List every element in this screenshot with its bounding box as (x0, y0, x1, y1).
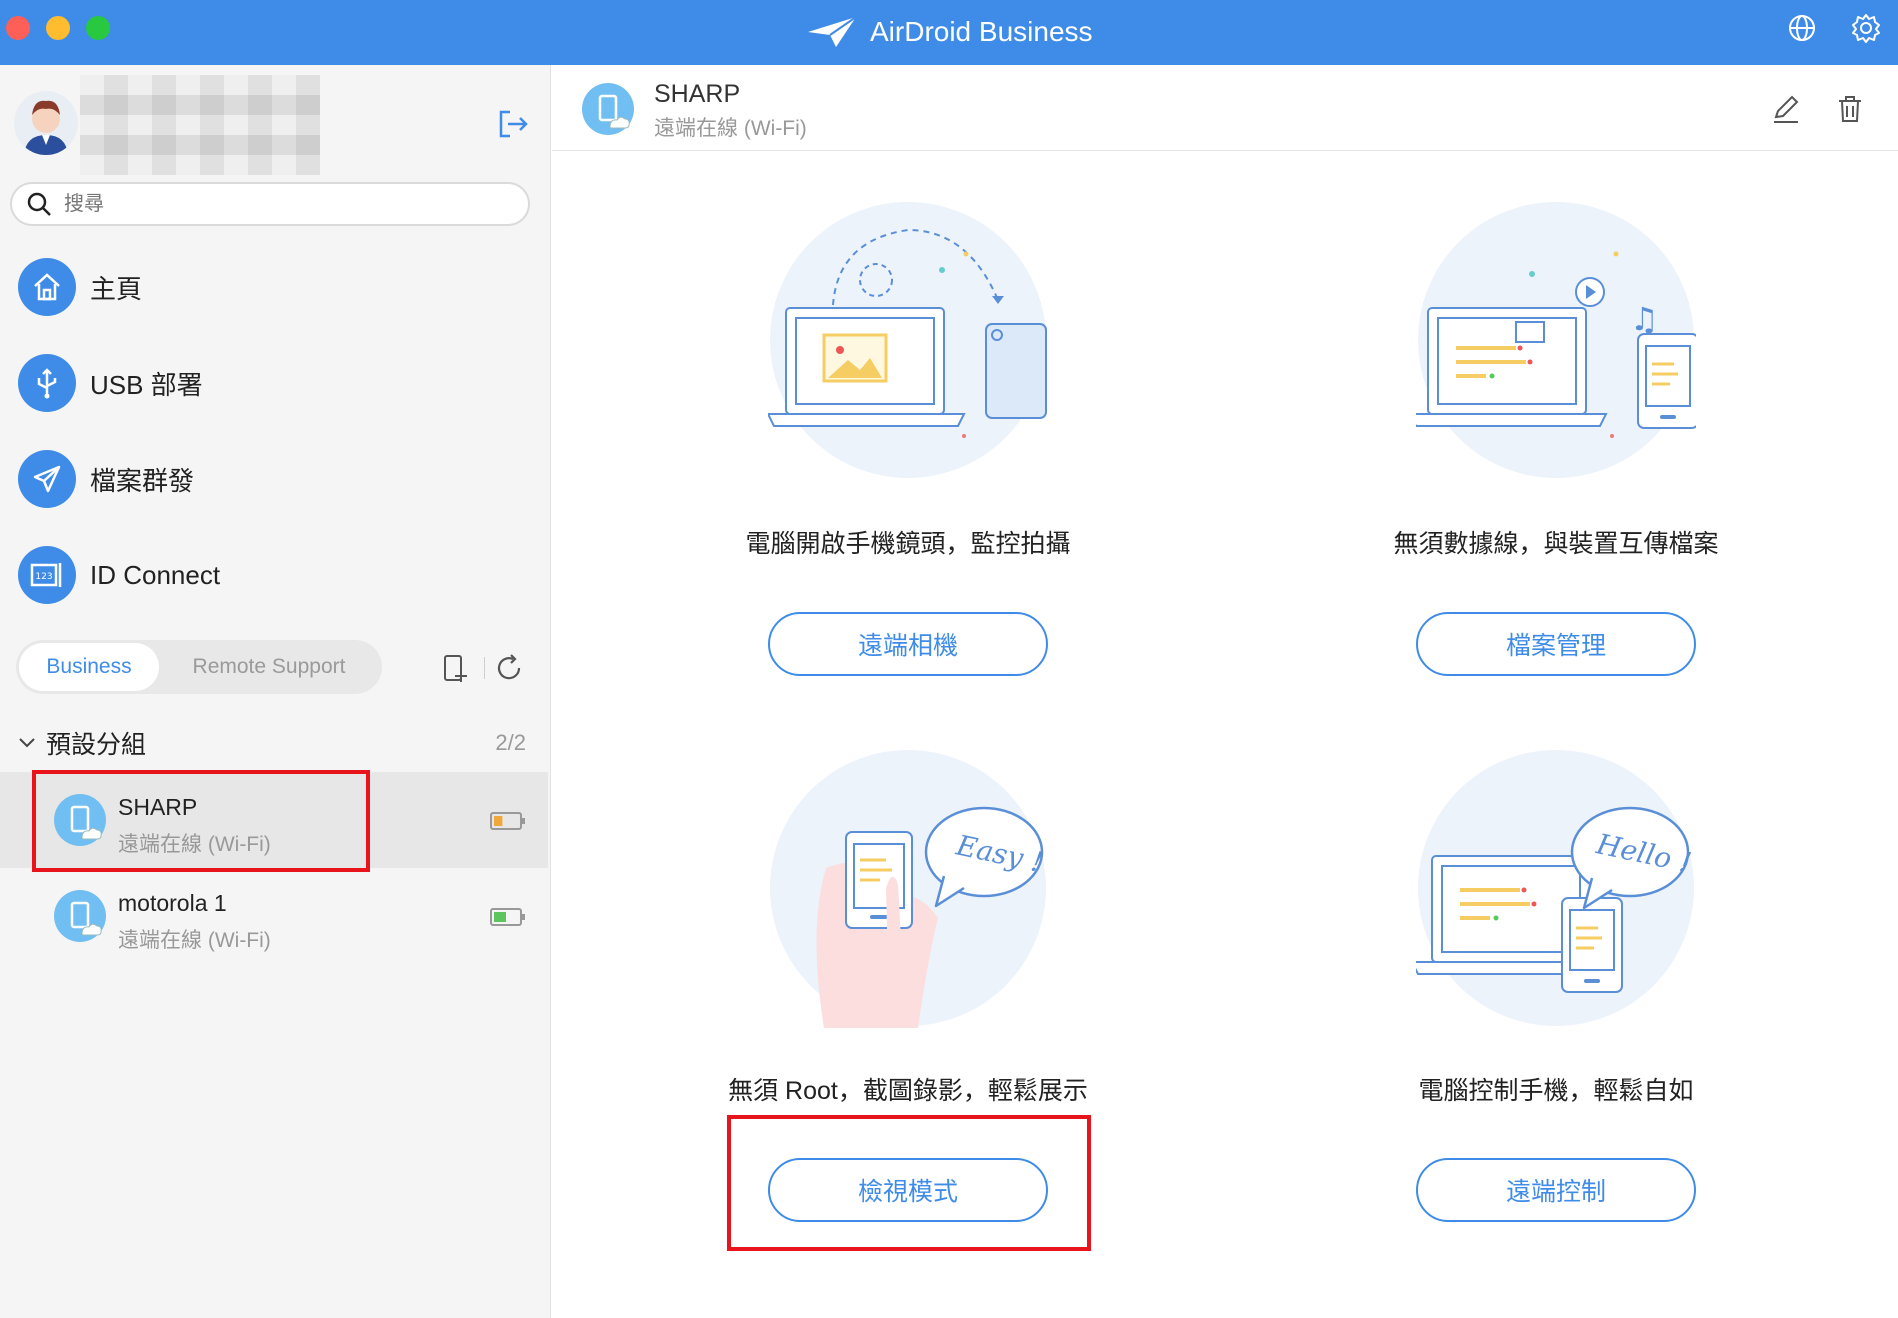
remote-control-illustration: Hello ! (1410, 748, 1696, 1028)
battery-icon (490, 908, 525, 926)
remote-control-button[interactable]: 遠端控制 (1416, 1158, 1696, 1222)
group-header[interactable]: 預設分組 2/2 (16, 723, 526, 763)
send-icon (18, 450, 76, 508)
nav-item-id-connect[interactable]: 123 ID Connect (18, 543, 518, 607)
search-box[interactable] (10, 182, 530, 226)
highlight-box-device (32, 770, 370, 872)
nav-label: 主頁 (90, 273, 143, 304)
file-management-button[interactable]: 檔案管理 (1416, 612, 1696, 676)
battery-icon (490, 812, 525, 830)
device-title: SHARP (654, 80, 741, 108)
tab-business[interactable]: Business (19, 643, 159, 691)
maximize-window-button[interactable] (86, 16, 110, 40)
device-phone-icon (582, 83, 634, 135)
device-status: 遠端在線 (Wi-Fi) (118, 929, 271, 952)
device-list-item[interactable]: motorola 1 遠端在線 (Wi-Fi) (0, 868, 548, 964)
nav-item-home[interactable]: 主頁 (18, 255, 518, 319)
usb-icon (18, 354, 76, 412)
device-phone-icon (54, 890, 106, 942)
toolbar-divider (484, 657, 485, 679)
app-title: AirDroid Business (806, 12, 1093, 52)
globe-icon[interactable] (1786, 12, 1818, 44)
user-name-redacted (80, 75, 320, 175)
home-icon (18, 258, 76, 316)
title-bar: AirDroid Business (0, 0, 1898, 65)
minimize-window-button[interactable] (46, 16, 70, 40)
add-device-icon[interactable] (439, 652, 471, 684)
nav-item-usb-deploy[interactable]: USB 部署 (18, 351, 518, 415)
nav-item-file-transfer[interactable]: 檔案群發 (18, 447, 518, 511)
svg-text:123: 123 (35, 572, 52, 582)
delete-icon[interactable] (1834, 93, 1866, 125)
nav-label: 檔案群發 (90, 465, 195, 496)
card-caption: 電腦控制手機，輕鬆自如 (1418, 1077, 1694, 1105)
device-header: SHARP 遠端在線 (Wi-Fi) (552, 65, 1898, 151)
device-status: 遠端在線 (Wi-Fi) (654, 117, 807, 140)
app-title-text: AirDroid Business (870, 16, 1093, 47)
id-connect-icon: 123 (18, 546, 76, 604)
avatar[interactable] (14, 91, 78, 155)
card-caption: 電腦開啟手機鏡頭，監控拍攝 (745, 530, 1071, 558)
edit-icon[interactable] (1770, 93, 1802, 125)
svg-text:♫: ♫ (1630, 300, 1659, 338)
group-count: 2/2 (495, 730, 526, 755)
search-icon (27, 192, 51, 216)
gear-icon[interactable] (1850, 12, 1882, 44)
device-type-segmented-control: Business Remote Support (16, 640, 382, 694)
device-name: motorola 1 (118, 890, 227, 916)
remote-camera-button[interactable]: 遠端相機 (768, 612, 1048, 676)
group-name: 預設分組 (46, 731, 147, 759)
sidebar: 主頁 USB 部署 檔案群發 123 ID Connect Business R… (0, 65, 551, 1318)
card-caption: 無須 Root，截圖錄影，輕鬆展示 (728, 1077, 1088, 1105)
paper-plane-logo-icon (808, 16, 857, 47)
nav-label: USB 部署 (90, 369, 203, 400)
search-input[interactable] (64, 192, 484, 216)
refresh-icon[interactable] (493, 652, 525, 684)
view-mode-illustration: Easy ! (768, 748, 1048, 1028)
logout-icon[interactable] (496, 107, 530, 141)
remote-camera-illustration (768, 200, 1048, 480)
nav-label: ID Connect (90, 559, 221, 590)
tab-remote-support[interactable]: Remote Support (159, 643, 379, 691)
close-window-button[interactable] (6, 16, 30, 40)
chevron-down-icon (19, 738, 35, 748)
highlight-box-view-mode (727, 1115, 1091, 1251)
file-transfer-illustration: ♫ (1408, 200, 1699, 480)
card-caption: 無須數據線，與裝置互傳檔案 (1393, 530, 1719, 558)
